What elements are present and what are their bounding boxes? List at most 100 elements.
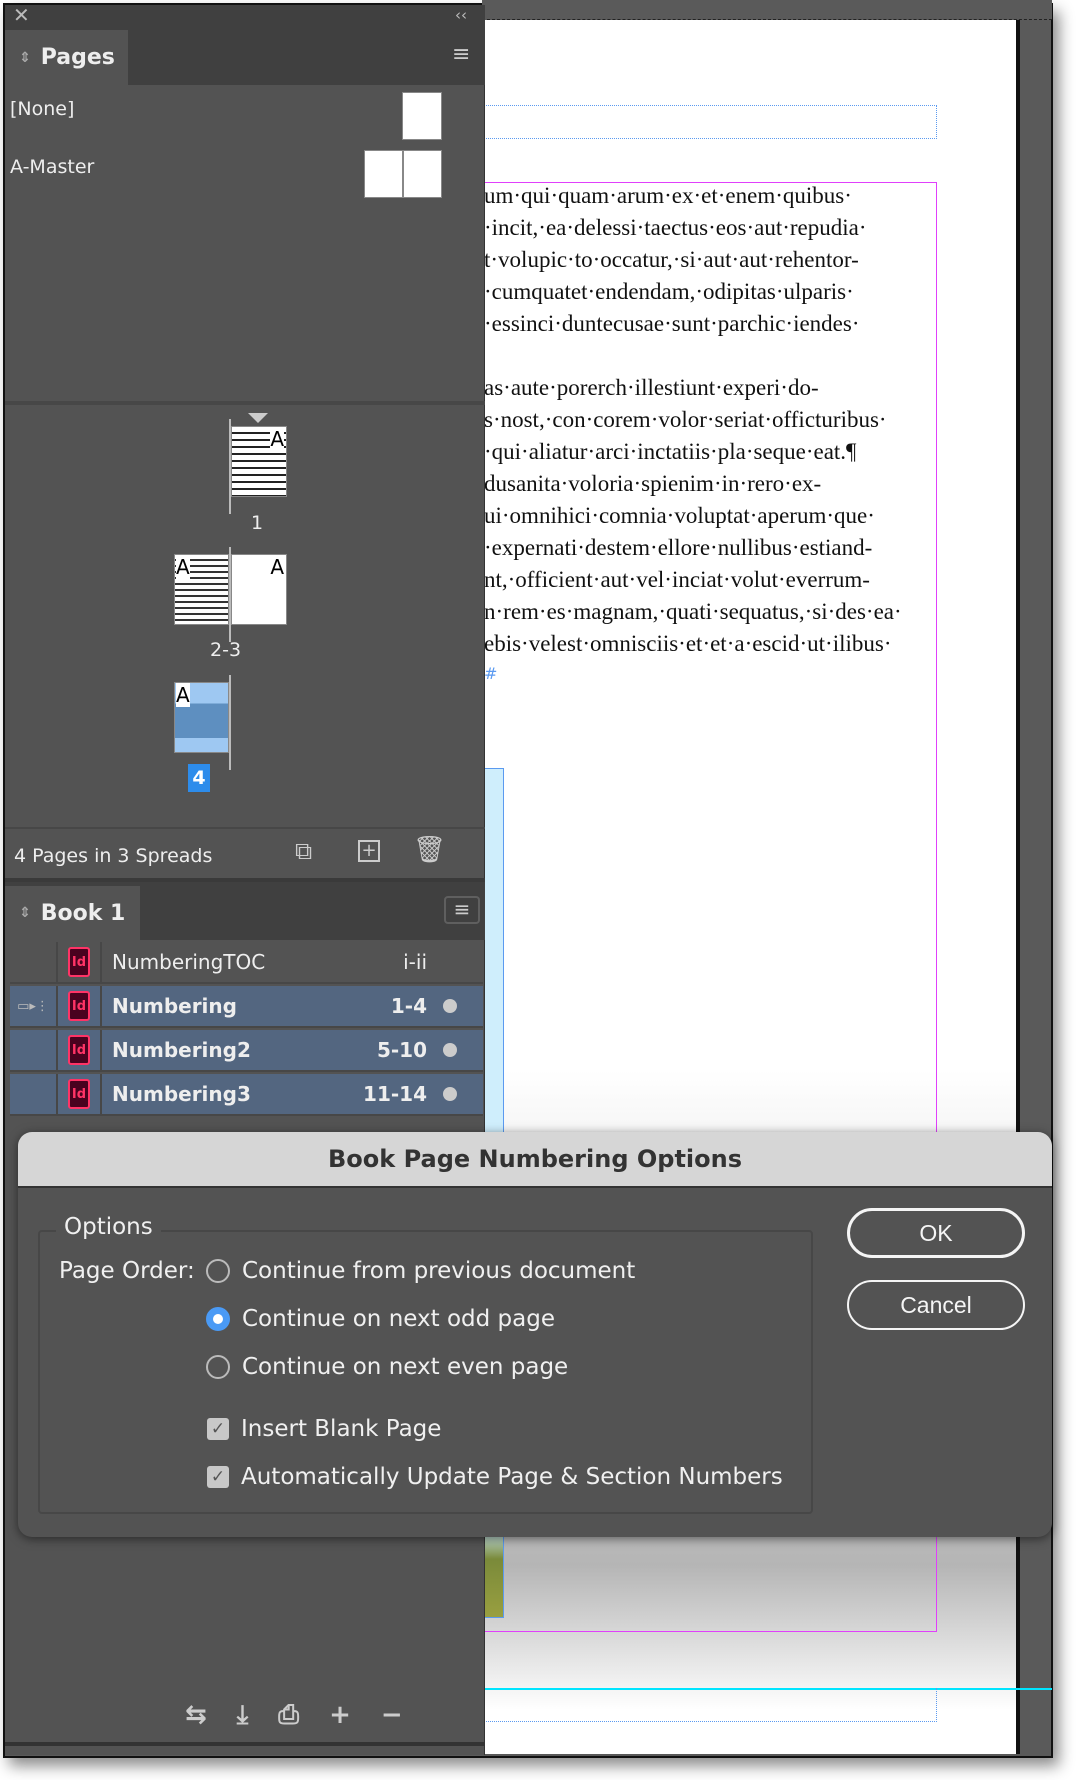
close-icon[interactable]: ✕ <box>13 3 30 27</box>
save-book-icon[interactable]: ⤓ <box>237 1700 249 1731</box>
book-document-row[interactable]: Id Numbering3 11-14 <box>10 1074 483 1116</box>
panel-titlebar: ✕ ‹‹ <box>5 3 485 30</box>
page-order-radio[interactable]: Continue on next even page <box>206 1354 568 1380</box>
divider <box>5 827 485 829</box>
master-a[interactable]: A-Master <box>10 156 94 178</box>
indesign-doc-icon: Id <box>68 947 90 977</box>
tab-label: Pages <box>40 45 115 70</box>
page-1-thumb[interactable]: A <box>231 426 287 497</box>
text-line: t·volupic·to·occatur,·si·aut·aut·rehento… <box>484 247 859 272</box>
master-letter: A <box>176 555 190 579</box>
current-page-arrow-icon <box>248 413 268 423</box>
master-letter: A <box>176 683 190 707</box>
document-name: Numbering2 <box>112 1038 251 1062</box>
radio-button[interactable] <box>206 1307 230 1331</box>
spread-label[interactable]: 1 <box>251 512 263 534</box>
open-status-icon <box>443 1087 457 1101</box>
cancel-button[interactable]: Cancel <box>847 1280 1025 1330</box>
page-range: i-ii <box>403 950 427 974</box>
panel-divider[interactable] <box>5 401 485 405</box>
page-order-radio[interactable]: Continue on next odd page <box>206 1306 555 1332</box>
master-a-right-thumb[interactable] <box>403 150 442 198</box>
ok-button[interactable]: OK <box>847 1208 1025 1258</box>
checkbox-label: Insert Blank Page <box>241 1416 442 1442</box>
page-order-label: Page Order: <box>59 1258 195 1284</box>
page-order-radio[interactable]: Continue from previous document <box>206 1258 635 1284</box>
row-status-cell <box>10 1074 58 1114</box>
chevron-updown-icon: ⇕ <box>19 49 31 66</box>
tab-label: Book 1 <box>40 900 126 926</box>
radio-button[interactable] <box>206 1259 230 1283</box>
spread-label-selected[interactable]: 4 <box>188 764 210 792</box>
text-line: ·essinci·duntecusae·sunt·parchic·iendes· <box>484 311 860 336</box>
open-status-icon <box>443 999 457 1013</box>
text-line: as·aute·porerch·illestiunt·experi·do- <box>484 375 819 400</box>
book-document-row[interactable]: Id Numbering2 5-10 <box>10 1030 483 1072</box>
book-tabbar: ⇕ Book 1 ≡ <box>5 882 485 940</box>
text-line: ·incit,·ea·delessi·taectus·eos·aut·repud… <box>484 215 867 240</box>
row-status-cell <box>10 942 58 982</box>
page-range: 11-14 <box>363 1082 427 1106</box>
collapse-icon[interactable]: ‹‹ <box>455 6 467 24</box>
tab-pages[interactable]: ⇕ Pages <box>5 30 128 85</box>
text-line: ui·omnihici·comnia·voluptat·aperum·que· <box>484 503 875 528</box>
row-status-cell <box>10 1030 58 1070</box>
option-checkbox[interactable]: ✓ Insert Blank Page <box>207 1416 441 1442</box>
tab-book[interactable]: ⇕ Book 1 <box>5 886 140 940</box>
text-frame-footer <box>482 1688 937 1722</box>
text-line: ·cumquatet·endendam,·odipitas·ulparis· <box>484 279 854 304</box>
page-3-thumb[interactable]: A <box>231 554 287 625</box>
text-line: nt,·officient·aut·vel·inciat·volut·everr… <box>484 567 870 592</box>
page-4-thumb[interactable]: A <box>174 682 229 753</box>
document-name: NumberingTOC <box>112 950 266 974</box>
document-name: Numbering3 <box>112 1082 251 1106</box>
remove-document-icon[interactable]: − <box>381 1700 403 1731</box>
indesign-doc-icon: Id <box>68 1079 90 1109</box>
book-toolbar: ⇆ ⤓ ⎙ + − <box>185 1700 403 1731</box>
text-line: ebis·velest·omnisciis·et·et·a·escid·ut·i… <box>484 631 892 656</box>
master-none-thumb[interactable] <box>402 92 442 140</box>
text-line: n·rem·es·magnam,·quati·sequatus,·si·des·… <box>484 599 902 624</box>
edit-page-size-icon[interactable]: ⧉ <box>295 837 312 865</box>
page-range: 1-4 <box>390 994 427 1018</box>
page-range: 5-10 <box>376 1038 427 1062</box>
trash-icon[interactable]: 🗑 <box>413 835 446 865</box>
text-line: s·nost,·con·corem·volor·seriat·officturi… <box>484 407 887 432</box>
end-of-story-mark: # <box>484 664 498 683</box>
pages-tabbar: ⇕ Pages ≡ <box>5 30 485 85</box>
book-page-numbering-dialog: Book Page Numbering Options Options Page… <box>18 1132 1052 1537</box>
panel-menu-icon[interactable]: ≡ <box>444 896 480 924</box>
options-legend: Options <box>56 1214 161 1240</box>
synchronize-icon[interactable]: ⇆ <box>185 1700 207 1731</box>
radio-button[interactable] <box>206 1355 230 1379</box>
option-checkbox[interactable]: ✓ Automatically Update Page & Section Num… <box>207 1464 783 1490</box>
radio-label: Continue on next odd page <box>242 1306 555 1332</box>
text-line: dusanita·voloria·spienim·in·rero·ex- <box>484 471 822 496</box>
print-icon[interactable]: ⎙ <box>278 1700 299 1731</box>
open-status-icon <box>443 1043 457 1057</box>
document-name: Numbering <box>112 994 237 1018</box>
text-line: um·qui·quam·arum·ex·et·enem·quibus· <box>484 183 852 208</box>
new-page-icon[interactable]: + <box>358 840 380 862</box>
checkbox[interactable]: ✓ <box>207 1418 229 1440</box>
resize-handle[interactable] <box>5 1742 485 1746</box>
master-letter: A <box>270 555 284 579</box>
master-letter: A <box>270 427 284 451</box>
panel-menu-icon[interactable]: ≡ <box>452 42 470 67</box>
add-document-icon[interactable]: + <box>329 1700 351 1731</box>
spread-label[interactable]: 2-3 <box>210 639 241 661</box>
book-document-row[interactable]: Id NumberingTOC i-ii <box>10 942 483 984</box>
indesign-doc-icon: Id <box>68 991 90 1021</box>
page-2-thumb[interactable]: A <box>174 554 229 625</box>
checkbox[interactable]: ✓ <box>207 1466 229 1488</box>
book-document-row[interactable]: ▭▸⋮ Id Numbering 1-4 <box>10 986 483 1028</box>
style-source-icon: ▭▸⋮ <box>10 986 58 1026</box>
text-line: ·qui·aliatur·arci·inctatiis·pla·seque·ea… <box>484 439 857 464</box>
radio-label: Continue on next even page <box>242 1354 569 1380</box>
text-line: ·expernati·destem·ellore·nullibus·estian… <box>484 535 873 560</box>
chevron-updown-icon: ⇕ <box>19 905 31 921</box>
text-frame-header <box>482 105 937 139</box>
master-none[interactable]: [None] <box>10 98 74 120</box>
master-a-left-thumb[interactable] <box>364 150 403 198</box>
spine <box>229 675 231 770</box>
